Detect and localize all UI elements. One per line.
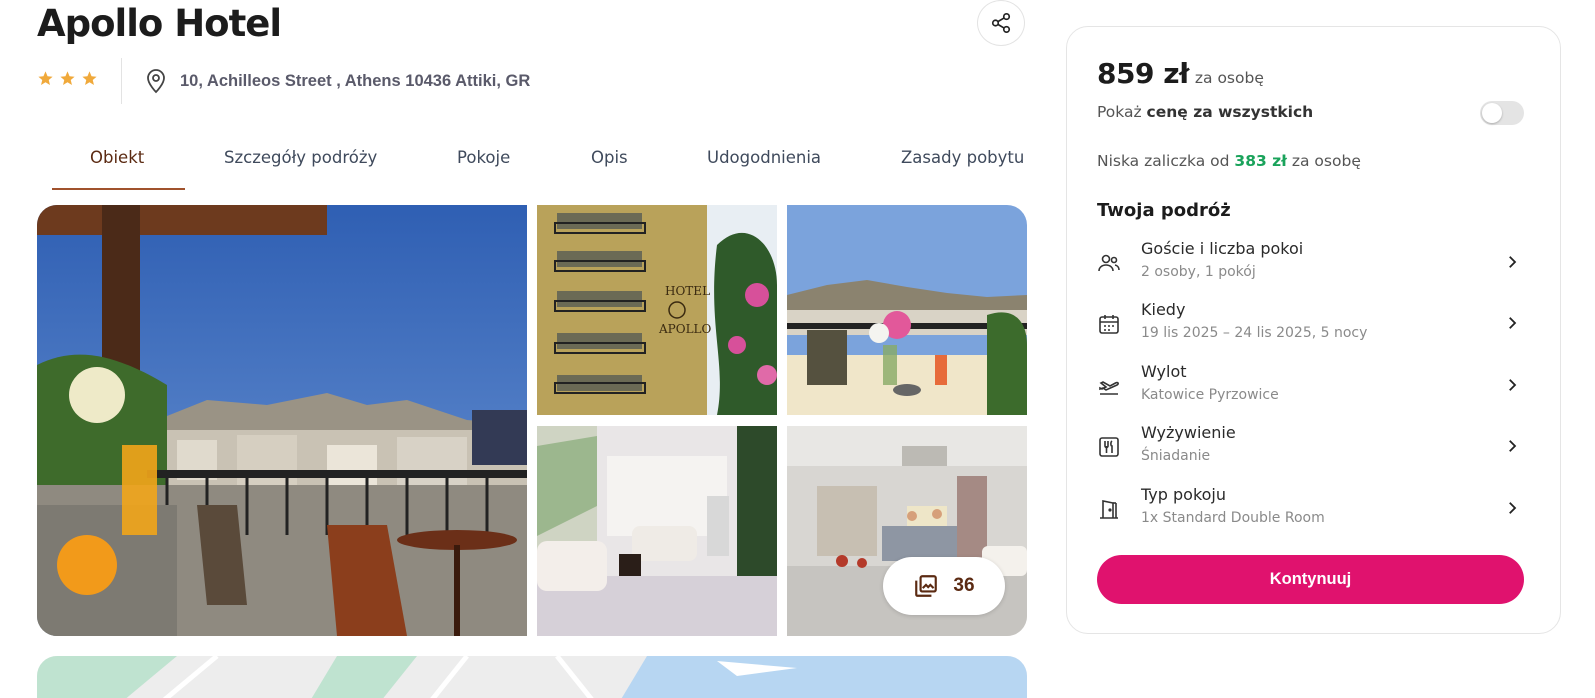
tab-opis[interactable]: Opis — [591, 148, 628, 167]
room-door-icon — [1100, 500, 1118, 519]
trip-item-label: Wyżywienie — [1141, 423, 1236, 442]
star-icon — [82, 71, 97, 86]
price-per-person-label: za osobę — [1194, 69, 1264, 87]
section-tabs: Obiekt Szczegóły podróży Pokoje Opis Udo… — [52, 140, 1027, 192]
hotel-title: Apollo Hotel — [37, 2, 282, 45]
trip-item-value: 1x Standard Double Room — [1141, 510, 1325, 526]
deposit-amount: 383 zł — [1234, 152, 1287, 170]
svg-text:APOLLO: APOLLO — [658, 322, 712, 336]
trip-section-title: Twoja podróż — [1097, 200, 1231, 221]
tab-obiekt[interactable]: Obiekt — [90, 148, 144, 167]
toggle-knob — [1482, 103, 1502, 123]
share-icon — [991, 13, 1011, 33]
photo-library-icon — [915, 575, 938, 597]
trip-item-label: Goście i liczba pokoi — [1141, 239, 1304, 258]
chevron-right-icon — [1509, 502, 1517, 514]
share-button[interactable] — [977, 0, 1025, 46]
map-preview[interactable] — [37, 656, 1027, 698]
hotel-address[interactable]: 10, Achilleos Street , Athens 10436 Atti… — [180, 71, 530, 91]
meal-icon — [1099, 437, 1119, 457]
location-pin-icon — [147, 69, 165, 94]
deposit-prefix: Niska zaliczka od — [1097, 152, 1230, 170]
trip-item-guests[interactable]: Goście i liczba pokoi 2 osoby, 1 pokój — [1097, 239, 1525, 289]
show-total-price-toggle[interactable] — [1480, 101, 1524, 125]
show-total-prefix: Pokaż — [1097, 103, 1147, 121]
trip-item-meals[interactable]: Wyżywienie Śniadanie — [1097, 423, 1525, 473]
trip-item-room-type[interactable]: Typ pokoju 1x Standard Double Room — [1097, 485, 1525, 535]
trip-item-label: Wylot — [1141, 362, 1187, 381]
price: 859 zł — [1097, 57, 1189, 90]
gallery-photo-lobby[interactable] — [537, 426, 777, 636]
trip-item-value: 2 osoby, 1 pokój — [1141, 264, 1256, 280]
trip-item-value: 19 lis 2025 – 24 lis 2025, 5 nocy — [1141, 325, 1368, 341]
trip-item-label: Kiedy — [1141, 300, 1186, 319]
star-icon — [60, 71, 75, 86]
trip-item-value: Śniadanie — [1141, 448, 1211, 464]
deposit-suffix: za osobę — [1291, 152, 1361, 170]
photo-gallery: HOTEL APOLLO — [37, 205, 1027, 636]
show-total-price-label: Pokaż cenę za wszystkich — [1097, 103, 1313, 121]
chevron-right-icon — [1509, 440, 1517, 452]
tab-pokoje[interactable]: Pokoje — [457, 148, 510, 167]
gallery-photo-view[interactable] — [787, 205, 1027, 415]
trip-item-departure[interactable]: Wylot Katowice Pyrzowice — [1097, 362, 1525, 412]
trip-item-label: Typ pokoju — [1141, 485, 1227, 504]
tab-udogodnienia[interactable]: Udogodnienia — [707, 148, 821, 167]
continue-button[interactable]: Kontynuuj — [1097, 555, 1524, 604]
chevron-right-icon — [1509, 256, 1517, 268]
show-total-bold: cenę za wszystkich — [1146, 103, 1314, 121]
booking-card: 859 zł za osobę Pokaż cenę za wszystkich… — [1066, 26, 1561, 634]
active-tab-indicator — [52, 188, 185, 190]
calendar-icon — [1099, 315, 1119, 334]
chevron-right-icon — [1509, 379, 1517, 391]
plane-departure-icon — [1099, 381, 1119, 395]
tab-zasady-pobytu[interactable]: Zasady pobytu — [901, 148, 1024, 167]
star-icon — [38, 71, 53, 86]
chevron-right-icon — [1509, 317, 1517, 329]
photo-count: 36 — [953, 575, 975, 596]
tab-szczegoly-podrozy[interactable]: Szczegóły podróży — [224, 148, 377, 167]
show-all-photos-button[interactable]: 36 — [883, 557, 1005, 615]
trip-item-value: Katowice Pyrzowice — [1141, 387, 1279, 403]
star-rating — [37, 70, 98, 87]
price-row: 859 zł za osobę — [1097, 57, 1264, 90]
gallery-photo-facade[interactable]: HOTEL APOLLO — [537, 205, 777, 415]
svg-text:HOTEL: HOTEL — [665, 284, 710, 298]
divider — [121, 58, 122, 104]
deposit-info: Niska zaliczka od 383 zł za osobę — [1097, 152, 1361, 170]
guests-icon — [1098, 254, 1120, 272]
gallery-photo-terrace[interactable] — [37, 205, 527, 636]
trip-item-dates[interactable]: Kiedy 19 lis 2025 – 24 lis 2025, 5 nocy — [1097, 300, 1525, 350]
